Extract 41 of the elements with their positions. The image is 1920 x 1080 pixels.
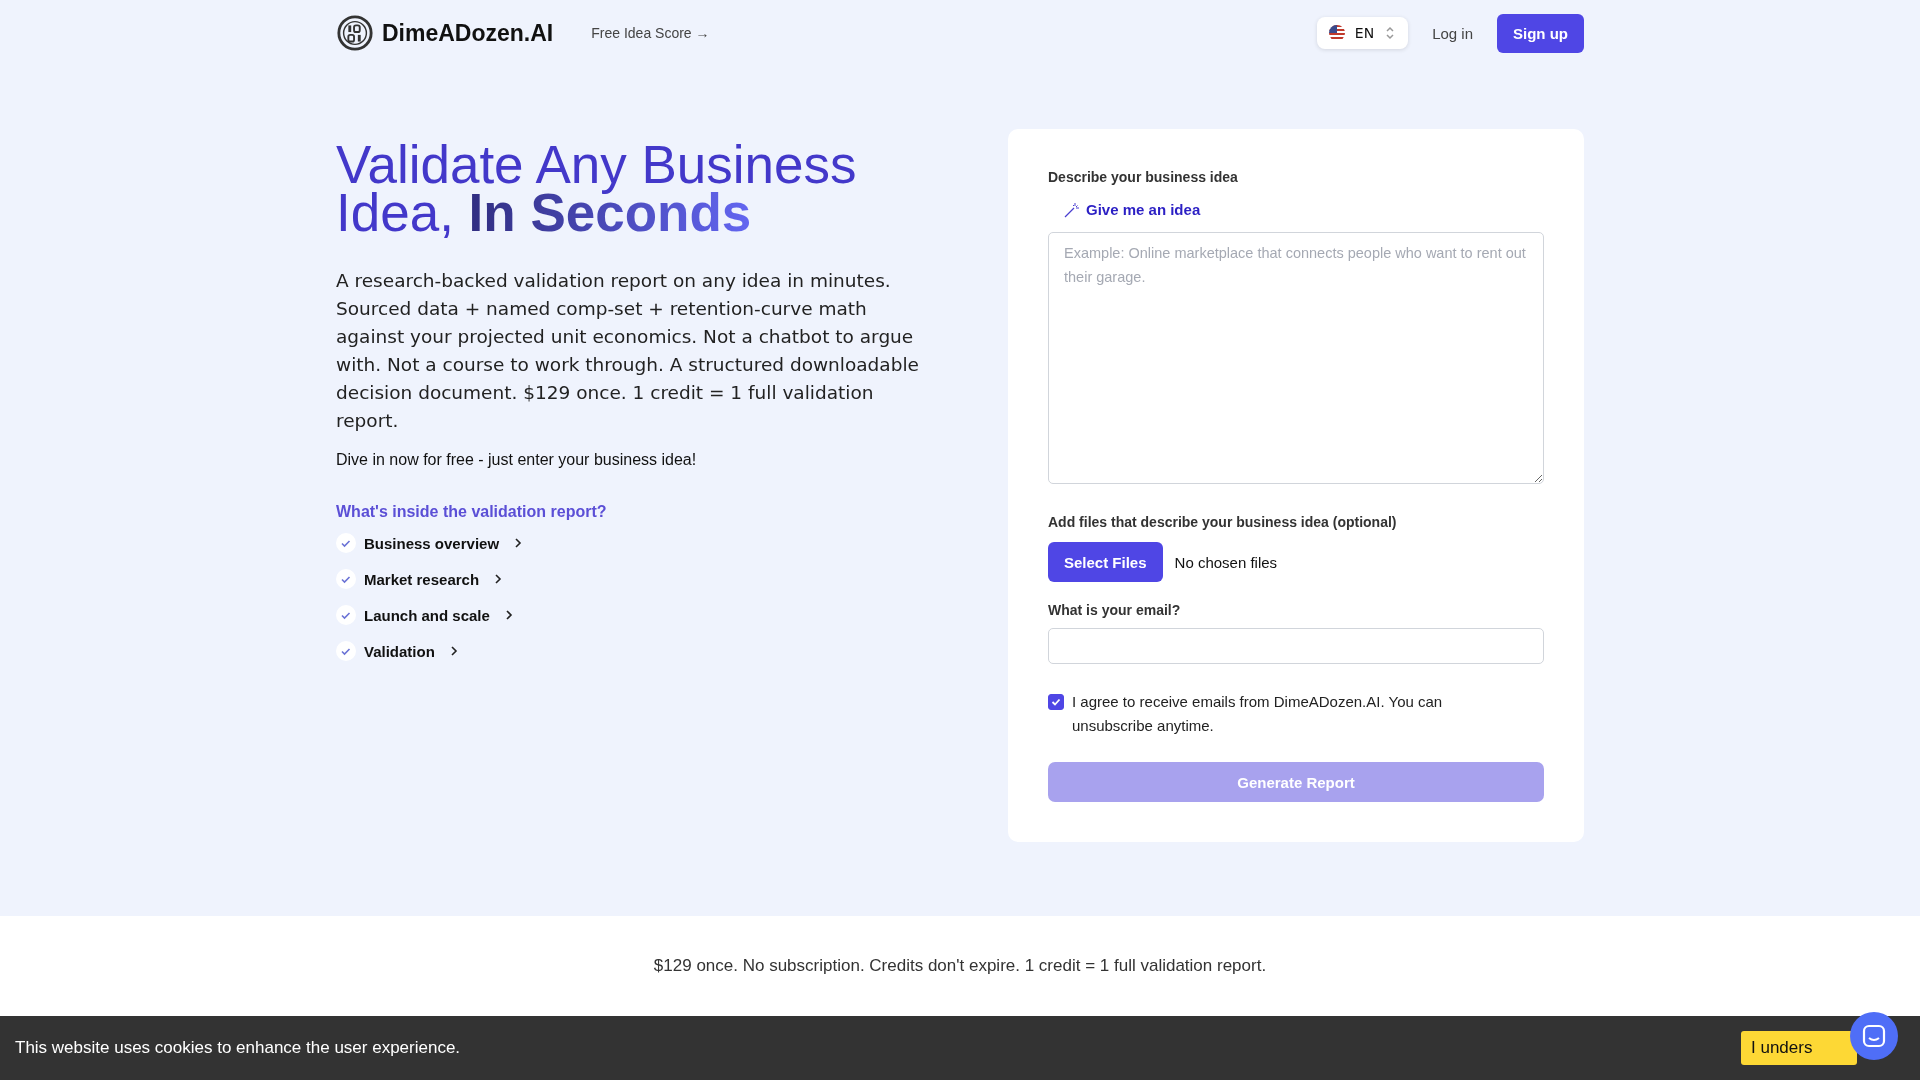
report-heading: What's inside the validation report? <box>336 503 608 521</box>
chat-button[interactable] <box>1850 1012 1898 1060</box>
chevron-right-icon <box>503 609 514 621</box>
accept-cookies-button[interactable]: I unders <box>1741 1031 1857 1065</box>
chevron-right-icon <box>493 573 504 585</box>
idea-label: Describe your business idea <box>1048 169 1239 185</box>
consent-text: I agree to receive emails from DimeADozen.AI. You can unsubscribe anytime. <box>1072 692 1444 736</box>
give-idea-link[interactable]: Give me an idea <box>1064 201 1544 218</box>
check-icon <box>336 533 356 553</box>
select-files-button[interactable]: Select Files <box>1048 542 1163 582</box>
logo-text[interactable]: DimeADozen.AI <box>382 19 554 47</box>
email-field[interactable] <box>1048 628 1544 664</box>
file-status: No chosen files <box>1174 553 1278 571</box>
sort-icon <box>1384 25 1397 41</box>
magic-wand-icon <box>1064 201 1080 218</box>
chevron-right-icon <box>448 645 459 657</box>
hero-subtitle: Dive in now for free - just enter your business idea! <box>336 451 698 469</box>
check-icon <box>336 605 356 625</box>
check-icon <box>336 641 356 661</box>
login-link[interactable]: Log in <box>1432 24 1473 42</box>
report-item-link[interactable]: Validation <box>364 642 435 660</box>
pricing-note: $129 once. No subscription. Credits don't expire. 1 credit = 1 full validation report. <box>653 956 1267 976</box>
report-item-link[interactable]: Market research <box>364 570 480 588</box>
logo-icon <box>336 14 374 52</box>
report-item-link[interactable]: Launch and scale <box>364 606 490 624</box>
checkmark-icon <box>1050 696 1062 708</box>
hero-title: Validate Any Business Idea, In Seconds <box>336 141 858 237</box>
consent-checkbox[interactable] <box>1048 694 1064 710</box>
check-icon <box>336 569 356 589</box>
email-label: What is your email? <box>1048 602 1182 618</box>
free-idea-score-link[interactable]: Free Idea Score → <box>591 25 710 41</box>
signup-button[interactable]: Sign up <box>1497 13 1584 53</box>
chevron-right-icon <box>513 537 524 549</box>
hero-description: A research-backed validation report on any idea in minutes. Sourced data + named comp-set + retention-curve math against your projected unit economics. Not a chatbot to argue with. Not a course to work through. A structured downloadable decision document. $129 once. 1 credit = 1 full validation report. <box>336 269 920 433</box>
language-select[interactable]: EN <box>1316 17 1409 49</box>
flag-icon <box>1328 25 1345 41</box>
report-item-link[interactable]: Business overview <box>364 534 500 552</box>
idea-textarea[interactable]: Example: Online marketplace that connects people who want to rent out their garage. <box>1048 232 1544 484</box>
files-label: Add files that describe your business idea (optional) <box>1048 514 1398 530</box>
cookie-message: This website uses cookies to enhance the user experience. <box>15 1038 461 1058</box>
chat-icon <box>1861 1023 1887 1049</box>
